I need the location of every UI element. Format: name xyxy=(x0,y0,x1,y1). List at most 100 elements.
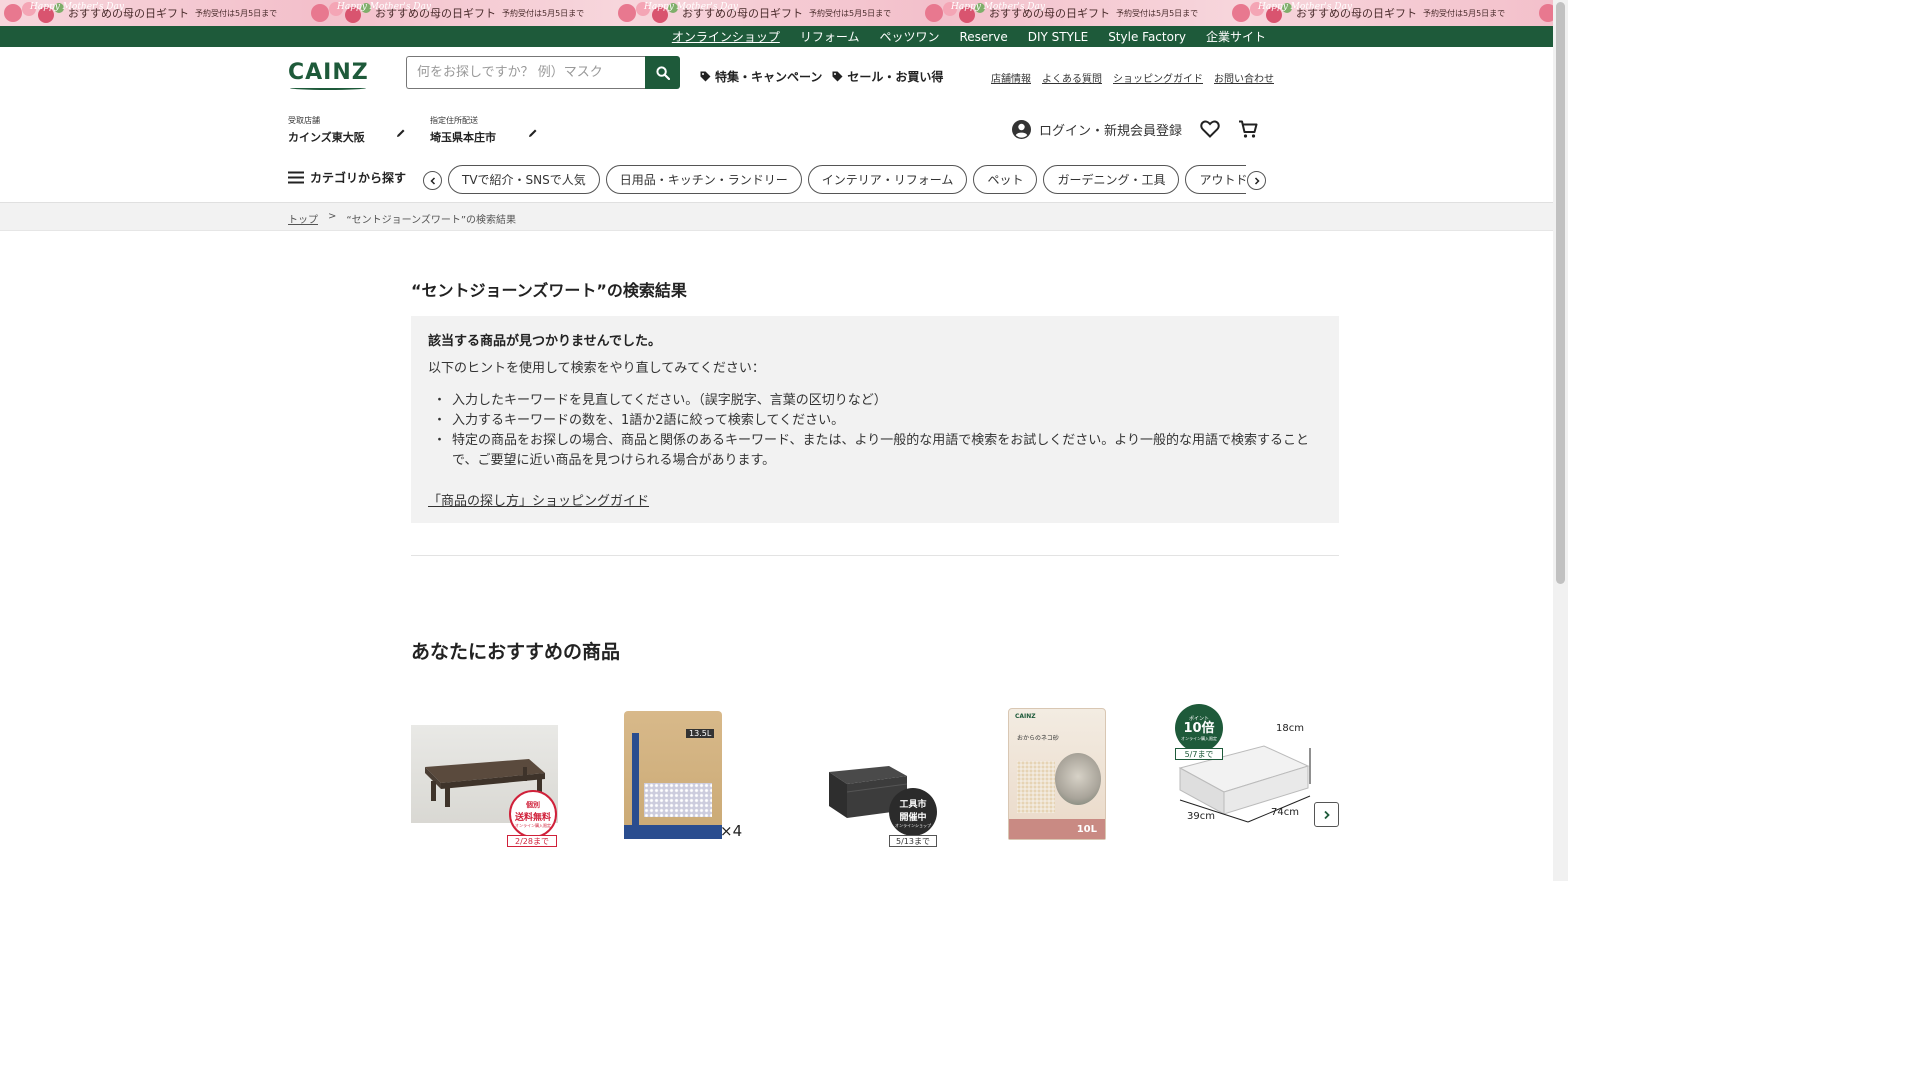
contact-link[interactable]: お問い合わせ xyxy=(1214,70,1274,85)
promo-subtext: 予約受付は5月5日まで xyxy=(195,8,278,18)
hint-item: 入力したキーワードを見直してください。（誤字脱字、言葉の区切りなど） xyxy=(433,391,1323,411)
promo-mark: Happy Mother's Day xyxy=(644,2,738,12)
bag-brand: CAINZ xyxy=(1015,713,1036,720)
breadcrumb: トップ > “セントジョーンズワート”の検索結果 xyxy=(288,211,516,226)
sale-link[interactable]: セール・お買い得 xyxy=(832,68,943,85)
promo-subtext: 予約受付は5月5日まで xyxy=(809,8,892,18)
bag-window xyxy=(644,783,712,817)
campaign-label: 特集・キャンペーン xyxy=(715,70,823,84)
promo-item[interactable]: Happy Mother's Dayおすすめの母の日ギフト予約受付は5月5日まで xyxy=(921,0,1228,26)
no-results-box: 該当する商品が見つかりませんでした。 以下のヒントを使用して検索をやり直してみて… xyxy=(411,316,1339,523)
dimension-width: 39cm xyxy=(1187,811,1215,822)
category-row: カテゴリから探す TVで紹介・SNSで人気 日用品・キッチン・ランドリー インテ… xyxy=(288,164,1266,196)
category-prev-button[interactable] xyxy=(423,171,442,190)
promo-item[interactable]: Happy Mother's Dayおすすめの母の日ギフト予約受付は5月5日まで xyxy=(307,0,614,26)
heart-icon[interactable] xyxy=(1200,120,1220,138)
category-menu-label: カテゴリから探す xyxy=(310,171,407,185)
logo-swoosh xyxy=(290,86,366,90)
pencil-icon[interactable] xyxy=(396,128,406,138)
pencil-icon[interactable] xyxy=(528,128,538,138)
page-scrollbar[interactable] xyxy=(1553,0,1568,881)
promo-mark: Happy Mother's Day xyxy=(337,2,431,12)
scrollbar-thumb[interactable] xyxy=(1556,2,1565,584)
faq-link[interactable]: よくある質問 xyxy=(1042,70,1102,85)
chevron-left-icon xyxy=(429,176,435,185)
promo-item[interactable]: Happy Mother's Dayおすすめの母の日ギフト予約受付は5月5日まで xyxy=(1228,0,1535,26)
cart-icon[interactable] xyxy=(1238,120,1258,139)
store-info-link[interactable]: 店舗情報 xyxy=(991,70,1031,85)
delivery-address: 指定住所配送 埼玉県本庄市 xyxy=(430,115,496,145)
tool-fair-badge: 工具市 開催中 オンラインショップ xyxy=(889,788,937,836)
dimension-height: 18cm xyxy=(1276,723,1304,734)
sale-label: セール・お買い得 xyxy=(847,70,944,84)
topnav-style-factory[interactable]: Style Factory xyxy=(1108,30,1186,44)
breadcrumb-bar: トップ > “セントジョーンズワート”の検索結果 xyxy=(0,202,1553,231)
login-label: ログイン・新規会員登録 xyxy=(1039,124,1183,139)
topnav-corporate[interactable]: 企業サイト xyxy=(1206,28,1266,45)
topnav-petsone[interactable]: ペッツワン xyxy=(879,28,939,45)
breadcrumb-home[interactable]: トップ xyxy=(288,211,318,226)
login-link[interactable]: ログイン・新規会員登録 xyxy=(1012,120,1182,139)
hint-list: 入力したキーワードを見直してください。（誤字脱字、言葉の区切りなど） 入力するキ… xyxy=(433,391,1323,471)
category-pill-pet[interactable]: ペット xyxy=(973,165,1038,194)
product-card[interactable]: 13.5L ×4 xyxy=(606,700,756,850)
breadcrumb-separator: > xyxy=(328,211,337,222)
tag-icon xyxy=(700,71,711,82)
product-card[interactable]: 18cm 39cm 74cm ポイント 10倍 オンライン購入限定 5/7まで xyxy=(1172,700,1312,850)
bag-grains xyxy=(1017,761,1055,813)
section-divider xyxy=(411,555,1339,556)
topnav-diy-style[interactable]: DIY STYLE xyxy=(1028,30,1088,44)
category-next-button[interactable] xyxy=(1247,171,1266,190)
top-nav: オンラインショップ リフォーム ペッツワン Reserve DIY STYLE … xyxy=(0,26,1553,47)
search-bar xyxy=(406,56,680,89)
cainz-logo[interactable]: CAINZ xyxy=(288,60,368,92)
promo-mark: Happy Mother's Day xyxy=(1258,2,1352,12)
pickup-store-value: カインズ東大阪 xyxy=(288,131,365,144)
points-badge: ポイント 10倍 オンライン購入限定 xyxy=(1175,704,1223,752)
search-input[interactable] xyxy=(406,56,645,89)
recommend-title: あなたにおすすめの商品 xyxy=(411,641,621,663)
product-image-litter-bag: 13.5L xyxy=(624,711,722,839)
campaign-link[interactable]: 特集・キャンペーン xyxy=(700,68,822,85)
promo-item[interactable]: Happy Mother's Dayおすすめの母の日ギフト予約受付は5月5日まで xyxy=(614,0,921,26)
promo-mark: Happy Mother's Day xyxy=(951,2,1045,12)
quantity-multiplier: ×4 xyxy=(720,822,743,840)
search-button[interactable] xyxy=(645,56,680,89)
category-pill-garden-tools[interactable]: ガーデニング・工具 xyxy=(1043,165,1180,194)
category-pill-interior[interactable]: インテリア・リフォーム xyxy=(807,165,968,194)
product-card[interactable]: 個別 送料無料 オンライン購入限定 2/28まで xyxy=(411,700,561,850)
chevron-right-icon xyxy=(1324,810,1330,819)
bag-bottom-band xyxy=(624,825,722,839)
promo-item[interactable]: Happy Mother's Dayおすすめの母の日ギフト予約受付は5月5日まで xyxy=(0,0,307,26)
product-carousel-next-button[interactable] xyxy=(1314,802,1339,827)
logo-text: CAINZ xyxy=(288,60,369,85)
topnav-reserve[interactable]: Reserve xyxy=(959,30,1007,44)
category-menu-button[interactable]: カテゴリから探す xyxy=(288,169,406,186)
no-results-heading: 該当する商品が見つかりませんでした。 xyxy=(428,334,661,349)
product-card[interactable]: 工具市 開催中 オンラインショップ 5/13まで xyxy=(801,700,951,850)
shopping-guide-search-link[interactable]: 「商品の探し方」ショッピングガイド xyxy=(428,490,649,509)
topnav-online-shop[interactable]: オンラインショップ xyxy=(672,28,780,45)
category-pill-daily[interactable]: 日用品・キッチン・ランドリー xyxy=(605,165,802,194)
search-icon xyxy=(655,65,670,80)
pickup-store: 受取店舗 カインズ東大阪 xyxy=(288,115,365,145)
badge-line2: 開催中 xyxy=(899,812,927,823)
promo-item[interactable]: Happy Mother's Dayおすすめの母の日ギフト予約受付は5月5日まで xyxy=(1535,0,1553,26)
badge-ribbon: 5/7まで xyxy=(1175,748,1223,760)
category-pills: TVで紹介・SNSで人気 日用品・キッチン・ランドリー インテリア・リフォーム … xyxy=(448,165,1246,195)
bag-cat-photo xyxy=(1055,753,1101,805)
hamburger-icon xyxy=(288,171,304,184)
shopping-guide-link[interactable]: ショッピングガイド xyxy=(1113,70,1203,85)
category-pill-tv-sns[interactable]: TVで紹介・SNSで人気 xyxy=(448,165,600,194)
promo-banner[interactable]: Happy Mother's Day おすすめの母の日ギフト 予約受付は5月5日まで… xyxy=(0,0,1553,26)
category-pill-outdoor[interactable]: アウトドア・カー用品 xyxy=(1185,165,1246,194)
promo-subtext: 予約受付は5月5日まで xyxy=(502,8,585,18)
chevron-right-icon xyxy=(1254,176,1260,185)
topnav-reform[interactable]: リフォーム xyxy=(800,28,860,45)
product-card[interactable]: CAINZ おからのネコ砂 10L xyxy=(996,700,1146,850)
promo-mark: Happy Mother's Day xyxy=(30,2,124,12)
badge-line1: 個別 xyxy=(526,801,540,809)
delivery-value: 埼玉県本庄市 xyxy=(430,131,496,144)
hint-item: 特定の商品をお探しの場合、商品と関係のあるキーワード、または、より一般的な用語で… xyxy=(433,431,1323,471)
bag-stripe xyxy=(632,733,639,833)
